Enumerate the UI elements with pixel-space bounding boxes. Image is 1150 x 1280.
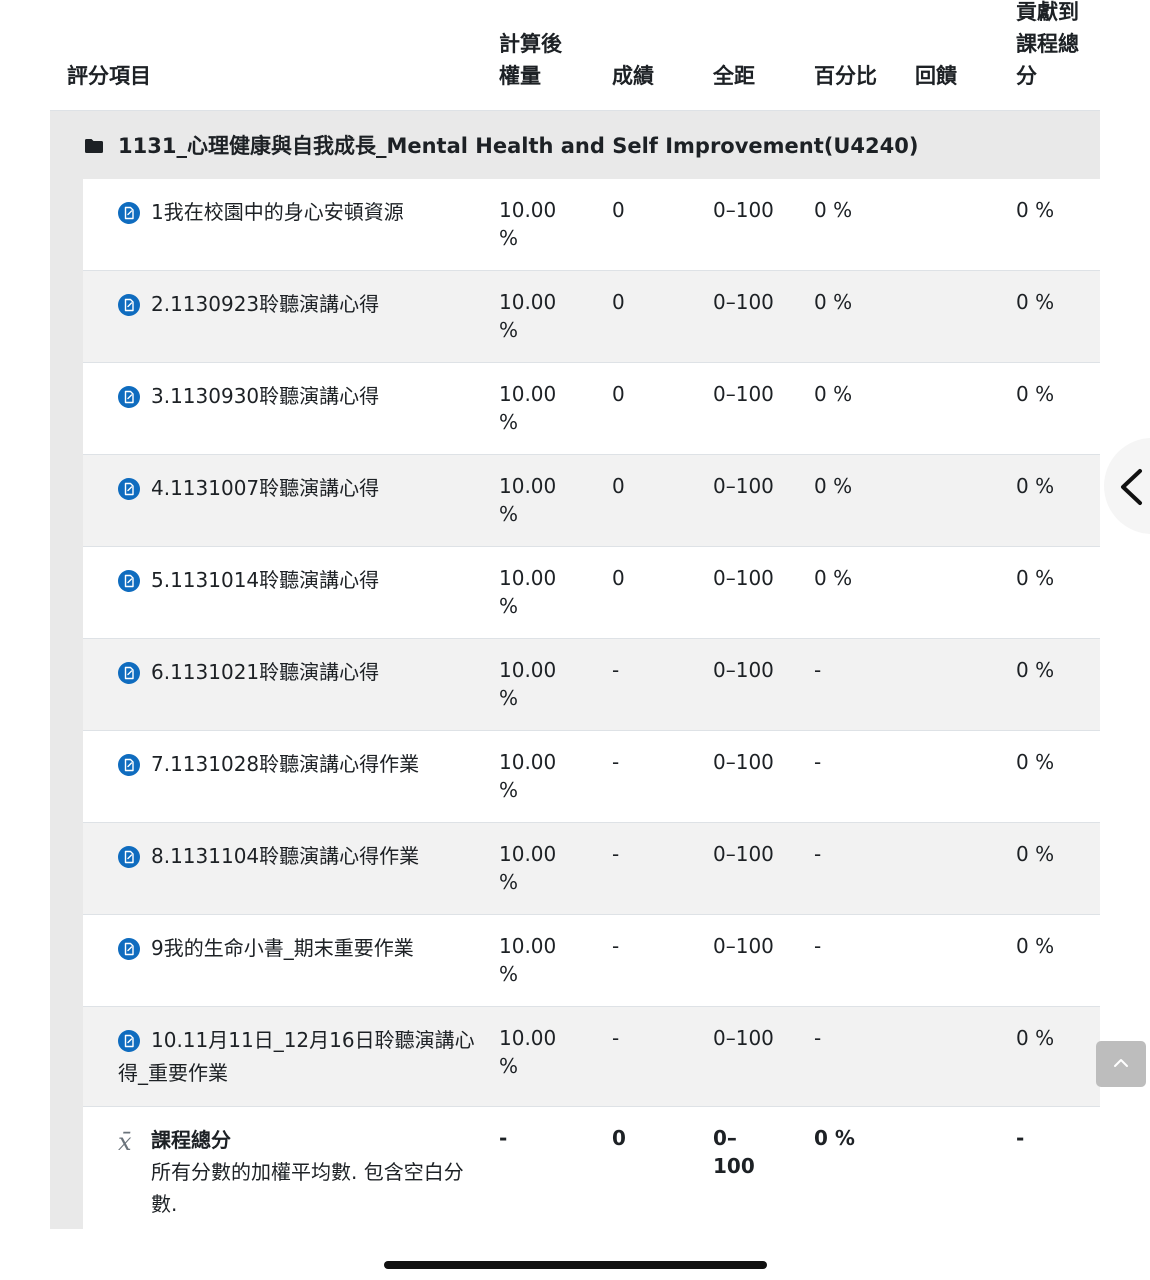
grade-item-row: 6.1131021聆聽演講心得 10.00 % - 0–100 - 0 % — [83, 639, 1100, 731]
grade-item-range: 0–100 — [713, 290, 774, 314]
grade-item-weight: 10.00 % — [499, 198, 557, 250]
chevron-left-icon — [1121, 469, 1142, 505]
grade-item-weight: 10.00 % — [499, 750, 557, 802]
grade-item-grade: - — [612, 750, 620, 774]
grade-item-percentage: - — [814, 658, 822, 682]
grade-item-contribution: 0 % — [1016, 750, 1055, 774]
grade-item-range: 0–100 — [713, 658, 774, 682]
grade-item-grade: 0 — [612, 566, 625, 590]
header-grade[interactable]: 成績 — [612, 60, 654, 92]
course-total-range: 0–100 — [713, 1126, 755, 1178]
grade-item-percentage: - — [814, 934, 822, 958]
sigma-icon: x̄ — [118, 1128, 132, 1156]
grade-item-weight: 10.00 % — [499, 382, 557, 434]
grade-item-percentage: - — [814, 750, 822, 774]
grade-item-grade: - — [612, 934, 620, 958]
drawer-toggle-button[interactable] — [1104, 438, 1150, 534]
category-indent-strip — [50, 179, 83, 1229]
grade-item-row: 4.1131007聆聽演講心得 10.00 % 0 0–100 0 % 0 % — [83, 455, 1100, 547]
grade-item-percentage: 0 % — [814, 566, 853, 590]
grade-item-contribution: 0 % — [1016, 934, 1055, 958]
grade-item-weight: 10.00 % — [499, 290, 557, 342]
grade-item-contribution: 0 % — [1016, 1026, 1055, 1050]
grade-item-percentage: - — [814, 842, 822, 866]
grade-item-contribution: 0 % — [1016, 566, 1055, 590]
header-contribution[interactable]: 貢獻到 課程總 分 — [1016, 0, 1079, 92]
grade-item-weight: 10.00 % — [499, 566, 557, 618]
grade-item-name[interactable]: 1我在校園中的身心安頓資源 — [118, 196, 478, 229]
grade-item-grade: 0 — [612, 382, 625, 406]
grade-item-range: 0–100 — [713, 198, 774, 222]
course-total-weight: - — [499, 1126, 508, 1150]
grade-item-percentage: 0 % — [814, 474, 853, 498]
grade-item-name[interactable]: 10.11月11日_12月16日聆聽演講心得_重要作業 — [118, 1024, 478, 1090]
grade-item-percentage: - — [814, 1026, 822, 1050]
course-total-description: 所有分數的加權平均數. 包含空白分數. — [151, 1160, 464, 1216]
grade-item-range: 0–100 — [713, 382, 774, 406]
grade-item-contribution: 0 % — [1016, 198, 1055, 222]
grade-item-weight: 10.00 % — [499, 1026, 557, 1078]
grade-item-range: 0–100 — [713, 934, 774, 958]
course-total-row: x̄ 課程總分 所有分數的加權平均數. 包含空白分數. - 0 0–100 0 … — [83, 1107, 1100, 1237]
grade-item-name[interactable]: 6.1131021聆聽演講心得 — [118, 656, 478, 689]
grade-item-grade: - — [612, 842, 620, 866]
grade-item-weight: 10.00 % — [499, 842, 557, 894]
chevron-up-icon — [1114, 1059, 1128, 1067]
course-total-name: 課程總分 — [151, 1128, 231, 1152]
grade-item-grade: 0 — [612, 474, 625, 498]
category-row: 1131_心理健康與自我成長_Mental Health and Self Im… — [50, 110, 1100, 179]
grade-item-range: 0–100 — [713, 566, 774, 590]
course-total-contribution: - — [1016, 1126, 1025, 1150]
grade-item-row: 5.1131014聆聽演講心得 10.00 % 0 0–100 0 % 0 % — [83, 547, 1100, 639]
home-indicator — [384, 1261, 767, 1269]
grade-item-row: 9我的生命小書_期末重要作業 10.00 % - 0–100 - 0 % — [83, 915, 1100, 1007]
grade-item-grade: - — [612, 658, 620, 682]
header-calculated-weight[interactable]: 計算後 權量 — [499, 28, 562, 92]
grade-item-grade: - — [612, 1026, 620, 1050]
grade-item-name[interactable]: 8.1131104聆聽演講心得作業 — [118, 840, 478, 873]
back-to-top-button[interactable] — [1096, 1041, 1146, 1087]
grade-item-contribution: 0 % — [1016, 290, 1055, 314]
grade-item-range: 0–100 — [713, 842, 774, 866]
header-grade-item[interactable]: 評分項目 — [67, 60, 151, 92]
grade-item-name[interactable]: 2.1130923聆聽演講心得 — [118, 288, 478, 321]
header-range[interactable]: 全距 — [713, 60, 755, 92]
grade-item-row: 1我在校園中的身心安頓資源 10.00 % 0 0–100 0 % 0 % — [83, 179, 1100, 271]
grade-item-name[interactable]: 9我的生命小書_期末重要作業 — [118, 932, 478, 965]
grade-item-grade: 0 — [612, 198, 625, 222]
grade-item-contribution: 0 % — [1016, 474, 1055, 498]
grade-item-weight: 10.00 % — [499, 658, 557, 710]
grade-item-row: 10.11月11日_12月16日聆聽演講心得_重要作業 10.00 % - 0–100… — [83, 1007, 1100, 1107]
grade-item-name[interactable]: 3.1130930聆聽演講心得 — [118, 380, 478, 413]
grade-item-name[interactable]: 4.1131007聆聽演講心得 — [118, 472, 478, 505]
grade-report-page: 評分項目 計算後 權量 成績 全距 百分比 回饋 貢獻到 課程總 分 1131_… — [0, 0, 1150, 1280]
grade-item-range: 0–100 — [713, 474, 774, 498]
course-total-percentage: 0 % — [814, 1126, 855, 1150]
folder-icon — [85, 139, 103, 153]
grade-item-percentage: 0 % — [814, 382, 853, 406]
header-percentage[interactable]: 百分比 — [814, 60, 877, 92]
grade-items: 1我在校園中的身心安頓資源 10.00 % 0 0–100 0 % 0 % 2.113092… — [83, 179, 1100, 1237]
course-total-grade: 0 — [612, 1126, 626, 1150]
grade-item-range: 0–100 — [713, 1026, 774, 1050]
grade-item-percentage: 0 % — [814, 198, 853, 222]
grade-item-grade: 0 — [612, 290, 625, 314]
grade-item-row: 8.1131104聆聽演講心得作業 10.00 % - 0–100 - 0 % — [83, 823, 1100, 915]
grade-item-contribution: 0 % — [1016, 382, 1055, 406]
grade-item-weight: 10.00 % — [499, 934, 557, 986]
grade-item-name[interactable]: 7.1131028聆聽演講心得作業 — [118, 748, 478, 781]
grade-item-weight: 10.00 % — [499, 474, 557, 526]
grade-item-row: 2.1130923聆聽演講心得 10.00 % 0 0–100 0 % 0 % — [83, 271, 1100, 363]
grade-item-name[interactable]: 5.1131014聆聽演講心得 — [118, 564, 478, 597]
header-feedback[interactable]: 回饋 — [915, 60, 957, 92]
category-title[interactable]: 1131_心理健康與自我成長_Mental Health and Self Im… — [118, 129, 918, 163]
grade-item-row: 7.1131028聆聽演講心得作業 10.00 % - 0–100 - 0 % — [83, 731, 1100, 823]
grade-item-contribution: 0 % — [1016, 658, 1055, 682]
grade-item-contribution: 0 % — [1016, 842, 1055, 866]
grade-item-percentage: 0 % — [814, 290, 853, 314]
grade-item-row: 3.1130930聆聽演講心得 10.00 % 0 0–100 0 % 0 % — [83, 363, 1100, 455]
grade-item-range: 0–100 — [713, 750, 774, 774]
